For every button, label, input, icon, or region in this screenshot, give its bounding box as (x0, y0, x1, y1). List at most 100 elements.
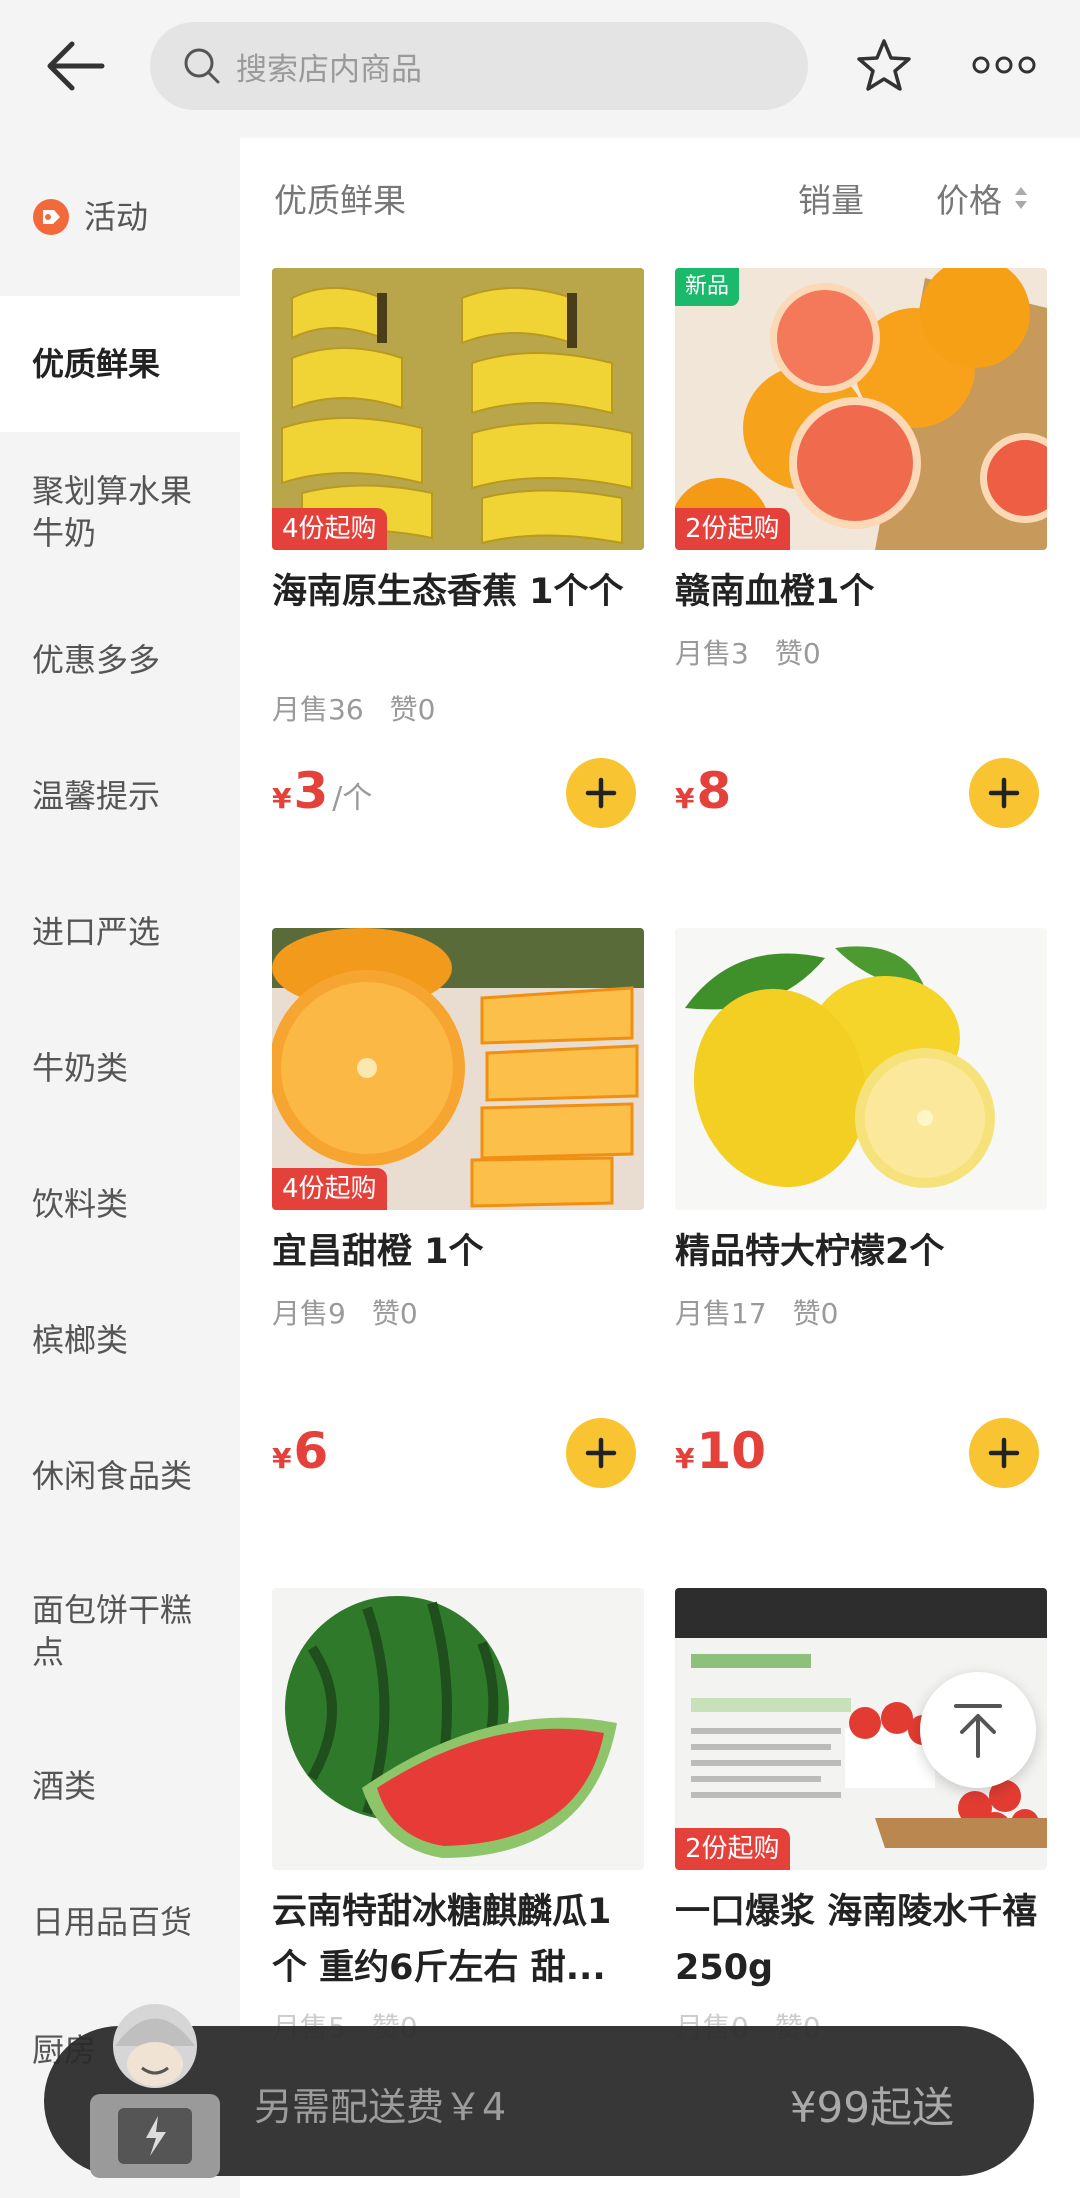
currency-symbol: ¥ (675, 782, 695, 815)
sidebar-item-alcohol[interactable]: 酒类 (0, 1718, 240, 1854)
sidebar-item-imported[interactable]: 进口严选 (0, 864, 240, 1000)
plus-icon (988, 1437, 1020, 1469)
monthly-sales: 月售3 (675, 637, 749, 670)
product-card[interactable]: 2份起购 一口爆浆 海南陵水千禧 250g 月售0赞0 (675, 1588, 1047, 2058)
min-order-badge: 4份起购 (272, 1168, 387, 1210)
sort-by-sales[interactable]: 销量 (798, 174, 864, 222)
likes-count: 赞0 (389, 693, 436, 726)
monthly-sales: 月售36 (272, 693, 364, 726)
sidebar-item-label: 酒类 (32, 1767, 97, 1805)
price-value: 8 (696, 762, 732, 820)
search-placeholder: 搜索店内商品 (236, 51, 422, 88)
product-image-sweet-orange[interactable]: 4份起购 (272, 928, 644, 1210)
price-value: 6 (293, 1422, 329, 1480)
arrow-up-icon (954, 1704, 1002, 1758)
sidebar-item-discounts[interactable]: 优惠多多 (0, 592, 240, 728)
sidebar-item-bakery[interactable]: 面包饼干糕点 (0, 1544, 240, 1718)
product-price: ¥ 10 (675, 1422, 766, 1480)
product-image-lemon[interactable] (675, 928, 1047, 1210)
sort-arrows-icon (1015, 187, 1027, 209)
product-price: ¥ 8 (675, 762, 731, 820)
currency-symbol: ¥ (675, 1442, 695, 1475)
sidebar-item-drinks[interactable]: 饮料类 (0, 1136, 240, 1272)
add-to-cart-button[interactable] (969, 1418, 1039, 1488)
product-price: ¥ 6 (272, 1422, 328, 1480)
product-name: 精品特大柠檬2个 (675, 1232, 945, 1272)
sidebar-item-fresh-fruit[interactable]: 优质鲜果 (0, 296, 240, 432)
search-icon (184, 48, 220, 84)
price-value: 3 (293, 762, 329, 820)
product-name: 云南特甜冰糖麒麟瓜1个 重约6斤左右 甜... (272, 1892, 612, 1988)
sidebar-item-label: 温馨提示 (32, 777, 161, 815)
product-image-blood-orange[interactable]: 新品 2份起购 (675, 268, 1047, 550)
delivery-fee-text: 另需配送费￥4 (254, 2085, 507, 2129)
sidebar-item-label: 进口严选 (32, 913, 161, 951)
product-name: 海南原生态香蕉 1个个 (272, 572, 624, 612)
courier-mascot-icon[interactable] (80, 1996, 230, 2182)
sidebar-item-label: 饮料类 (32, 1185, 129, 1223)
sort-price-label: 价格 (936, 181, 1002, 220)
sidebar-item-daily-goods[interactable]: 日用品百货 (0, 1854, 240, 1990)
currency-symbol: ¥ (272, 782, 292, 815)
sort-by-price[interactable]: 价格 (936, 174, 1028, 222)
likes-count: 赞0 (774, 637, 821, 670)
sidebar-item-betel-nut[interactable]: 槟榔类 (0, 1272, 240, 1408)
price-value: 10 (696, 1422, 767, 1480)
plus-icon (585, 1437, 617, 1469)
product-card[interactable]: 精品特大柠檬2个 月售17 赞0 ¥ 10 (675, 928, 1047, 1528)
plus-icon (585, 777, 617, 809)
activity-tag-icon (33, 199, 69, 235)
monthly-sales: 月售17 (675, 1297, 767, 1330)
category-sidebar: 活动 优质鲜果 聚划算水果牛奶 优惠多多 温馨提示 进口严选 牛奶类 饮料类 槟… (0, 138, 240, 2198)
category-title: 优质鲜果 (274, 181, 406, 220)
product-stats: 月售36 赞0 (272, 688, 435, 728)
sidebar-item-milk[interactable]: 牛奶类 (0, 1000, 240, 1136)
add-to-cart-button[interactable] (566, 758, 636, 828)
sidebar-item-snacks[interactable]: 休闲食品类 (0, 1408, 240, 1544)
sidebar-item-label: 休闲食品类 (32, 1457, 193, 1495)
product-price: ¥ 3 /个 (272, 762, 372, 820)
product-card[interactable]: 新品 2份起购 赣南血橙1个 月售3 赞0 ¥ 8 (675, 268, 1047, 868)
sidebar-item-label: 活动 (84, 198, 149, 236)
sidebar-item-label: 槟榔类 (32, 1321, 129, 1359)
product-image-banana[interactable]: 4份起购 (272, 268, 644, 550)
sidebar-item-deal-fruit-milk[interactable]: 聚划算水果牛奶 (0, 432, 240, 592)
search-input[interactable]: 搜索店内商品 (150, 22, 808, 110)
back-to-top-button[interactable] (920, 1672, 1036, 1788)
min-order-badge: 4份起购 (272, 508, 387, 550)
sidebar-item-label: 优质鲜果 (32, 345, 161, 383)
likes-count: 赞0 (792, 1297, 839, 1330)
product-list: 优质鲜果 销量 价格 4份起购 海南原生态香蕉 1个个 月售36 赞0 ¥ 3 … (240, 138, 1080, 2198)
min-order-amount: ¥99起送 (789, 2083, 954, 2132)
sidebar-item-activity[interactable]: 活动 (0, 138, 240, 296)
likes-count: 赞0 (371, 1297, 418, 1330)
min-order-badge: 2份起购 (675, 508, 790, 550)
currency-symbol: ¥ (272, 1442, 292, 1475)
back-arrow-icon[interactable] (42, 36, 108, 96)
product-name: 一口爆浆 海南陵水千禧 250g (675, 1892, 1038, 1988)
product-name: 宜昌甜橙 1个 (272, 1232, 484, 1272)
monthly-sales: 月售9 (272, 1297, 346, 1330)
more-options-icon[interactable] (972, 50, 1036, 80)
favorite-star-icon[interactable] (854, 36, 914, 96)
add-to-cart-button[interactable] (566, 1418, 636, 1488)
product-image-watermelon[interactable] (272, 1588, 644, 1870)
add-to-cart-button[interactable] (969, 758, 1039, 828)
product-name: 赣南血橙1个 (675, 572, 875, 612)
sidebar-item-tips[interactable]: 温馨提示 (0, 728, 240, 864)
sidebar-item-label: 面包饼干糕点 (32, 1591, 193, 1671)
product-card[interactable]: 4份起购 宜昌甜橙 1个 月售9 赞0 ¥ 6 (272, 928, 644, 1528)
price-unit: /个 (332, 781, 373, 816)
min-order-badge: 2份起购 (675, 1828, 790, 1870)
product-stats: 月售3 赞0 (675, 632, 821, 672)
new-product-badge: 新品 (675, 268, 740, 306)
plus-icon (988, 777, 1020, 809)
product-card[interactable]: 云南特甜冰糖麒麟瓜1个 重约6斤左右 甜... 月售5赞0 (272, 1588, 644, 2058)
product-card[interactable]: 4份起购 海南原生态香蕉 1个个 月售36 赞0 ¥ 3 /个 (272, 268, 644, 868)
sidebar-item-label: 日用品百货 (32, 1903, 193, 1941)
sidebar-item-label: 优惠多多 (32, 641, 161, 679)
sidebar-item-label: 聚划算水果牛奶 (32, 472, 193, 552)
product-stats: 月售17 赞0 (675, 1292, 838, 1332)
sidebar-item-label: 牛奶类 (32, 1049, 129, 1087)
product-stats: 月售9 赞0 (272, 1292, 418, 1332)
